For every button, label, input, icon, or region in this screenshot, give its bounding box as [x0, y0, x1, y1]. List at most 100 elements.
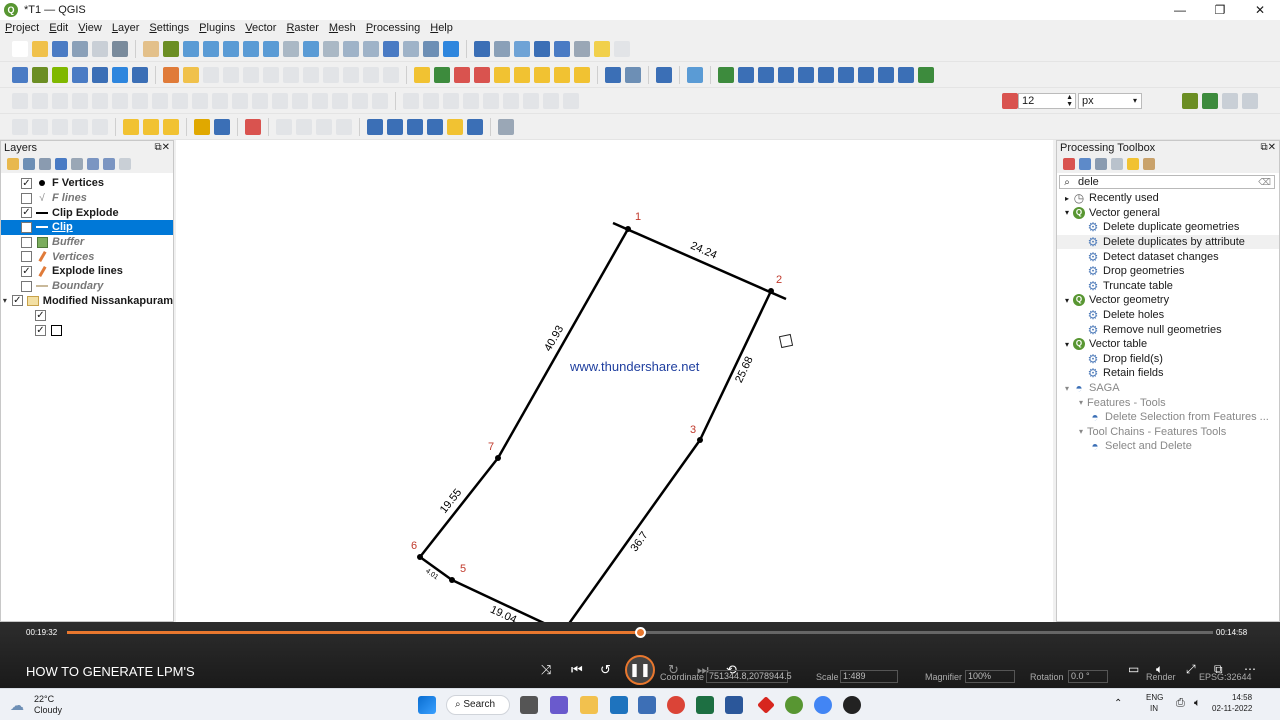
deselect-icon[interactable]: [163, 118, 179, 135]
label-toolbar-icon[interactable]: [414, 66, 430, 83]
advanced-digitize-8-icon[interactable]: [152, 92, 168, 109]
toggle-editing-icon[interactable]: [183, 66, 199, 83]
more-options-icon[interactable]: ⋯: [1244, 662, 1256, 676]
toolbox-node-retain-fields[interactable]: ⚙ Retain fields: [1057, 366, 1279, 381]
zoom-full-icon[interactable]: [223, 40, 239, 57]
data-source-manager-icon[interactable]: [12, 66, 28, 83]
select-feature-2-icon[interactable]: [32, 118, 48, 135]
toolbox-node-features-tools[interactable]: ▾ Features - Tools: [1057, 395, 1279, 410]
previous-icon[interactable]: ⏮: [571, 662, 583, 678]
shape-tool-3-icon[interactable]: [316, 118, 332, 135]
print-layout-icon[interactable]: [92, 40, 108, 57]
validate-icon[interactable]: [898, 66, 914, 83]
menu-processing[interactable]: Processing: [361, 20, 425, 36]
pause-button[interactable]: ❚❚: [625, 655, 655, 685]
toolbox-node-delete-selection-from-features[interactable]: ◓ Delete Selection from Features ...: [1057, 410, 1279, 425]
toolbox-node-detect-dataset-changes[interactable]: ⚙ Detect dataset changes: [1057, 249, 1279, 264]
expand-arrow-icon[interactable]: ▾: [1075, 427, 1087, 436]
add-raster-icon[interactable]: [72, 66, 88, 83]
shape-tool-1-icon[interactable]: [276, 118, 292, 135]
zoom-native-icon[interactable]: [283, 40, 299, 57]
advanced-digitize-13-icon[interactable]: [252, 92, 268, 109]
advanced-digitize-7-icon[interactable]: [132, 92, 148, 109]
style-manager-icon[interactable]: [112, 40, 128, 57]
modify-attributes-icon[interactable]: [263, 66, 279, 83]
weather-cloud-icon[interactable]: ☁: [10, 697, 24, 714]
toolbox-node-tool-chains-features-tools[interactable]: ▾ Tool Chains - Features Tools: [1057, 425, 1279, 440]
advanced-digitize-17-icon[interactable]: [332, 92, 348, 109]
annotation-text-icon[interactable]: [498, 118, 514, 135]
shape-digitize-4-icon[interactable]: [463, 92, 479, 109]
coordinate-field[interactable]: 751344.8,2078944.5: [706, 670, 792, 683]
word-icon[interactable]: [725, 696, 743, 714]
zoom-selection-icon[interactable]: [263, 40, 279, 57]
advanced-digitize-16-icon[interactable]: [312, 92, 328, 109]
layer-visibility-checkbox[interactable]: ✓: [11, 295, 23, 307]
measure-icon[interactable]: [574, 40, 590, 57]
copy-features-icon[interactable]: [323, 66, 339, 83]
advanced-digitize-15-icon[interactable]: [292, 92, 308, 109]
advanced-digitize-1-icon[interactable]: [12, 92, 28, 109]
shape-tool-2-icon[interactable]: [296, 118, 312, 135]
shuffle-icon[interactable]: ⤨: [541, 662, 551, 678]
layer-visibility-checkbox[interactable]: [21, 280, 32, 292]
store-icon[interactable]: [638, 696, 656, 714]
seek-handle[interactable]: [635, 627, 646, 638]
grid-plugin-icon[interactable]: [738, 66, 754, 83]
toolbox-node-recently-used[interactable]: ▸ ◷ Recently used: [1057, 191, 1279, 206]
advanced-digitize-5-icon[interactable]: [92, 92, 108, 109]
select-feature-5-icon[interactable]: [92, 118, 108, 135]
pan-icon[interactable]: [143, 40, 159, 57]
highlight-label-icon[interactable]: [454, 66, 470, 83]
save-edits-icon[interactable]: [203, 66, 219, 83]
miniplayer-icon[interactable]: ⧉: [1214, 662, 1223, 677]
toolbox-node-drop-geometries[interactable]: ⚙ Drop geometries: [1057, 264, 1279, 279]
advanced-digitize-19-icon[interactable]: [372, 92, 388, 109]
change-label-icon[interactable]: [554, 66, 570, 83]
label-props-icon[interactable]: [574, 66, 590, 83]
paste-features-icon[interactable]: [343, 66, 359, 83]
captions-icon[interactable]: ▭: [1128, 662, 1139, 676]
map-tips-icon[interactable]: [594, 40, 610, 57]
map-svg[interactable]: 24.2425.6836.719.044.0119.5540.931234567: [176, 140, 1053, 622]
layer-item-clip[interactable]: ✓ Clip: [1, 220, 173, 235]
weather-temp[interactable]: 22°C: [34, 694, 54, 704]
advanced-digitize-4-icon[interactable]: [72, 92, 88, 109]
layer-checkbox[interactable]: ✓: [35, 324, 46, 336]
layer-visibility-checkbox[interactable]: ✓: [21, 177, 32, 189]
vertex-tool-icon[interactable]: [243, 66, 259, 83]
check-geometry-icon[interactable]: [818, 66, 834, 83]
scale-field[interactable]: 1:489: [840, 670, 898, 683]
models-icon[interactable]: [1063, 158, 1075, 170]
temporal-icon[interactable]: [423, 40, 439, 57]
layer-subrow-2[interactable]: ✓: [1, 323, 173, 338]
text-format-icon[interactable]: [467, 118, 483, 135]
menu-mesh[interactable]: Mesh: [324, 20, 361, 36]
select-feature-4-icon[interactable]: [72, 118, 88, 135]
shape-digitize-8-icon[interactable]: [543, 92, 559, 109]
qgis-taskbar-icon[interactable]: [785, 696, 803, 714]
toolbox-node-truncate-table[interactable]: ⚙ Truncate table: [1057, 279, 1279, 294]
seek-bar[interactable]: [67, 627, 1213, 638]
menu-project[interactable]: Project: [0, 20, 44, 36]
redo-icon[interactable]: [383, 66, 399, 83]
layer-visibility-checkbox[interactable]: ✓: [21, 221, 32, 233]
georef-icon[interactable]: [245, 118, 261, 135]
self-snap-icon[interactable]: [1222, 92, 1238, 109]
shape-digitize-2-icon[interactable]: [423, 92, 439, 109]
map-canvas[interactable]: 24.2425.6836.719.044.0119.5540.931234567…: [176, 140, 1053, 622]
chrome-icon[interactable]: [667, 696, 685, 714]
teams-icon[interactable]: [550, 696, 568, 714]
lang-1[interactable]: ENG: [1146, 693, 1163, 702]
expand-arrow-icon[interactable]: ▸: [1061, 194, 1073, 203]
add-wms-icon[interactable]: [112, 66, 128, 83]
star-icon[interactable]: [447, 118, 463, 135]
topology-icon[interactable]: [838, 66, 854, 83]
menu-layer[interactable]: Layer: [107, 20, 145, 36]
layer-diagram-icon[interactable]: [434, 66, 450, 83]
tracing-icon[interactable]: [1182, 92, 1198, 109]
weather-desc[interactable]: Cloudy: [34, 705, 62, 715]
maximize-button[interactable]: ❐: [1200, 0, 1240, 20]
snap-tolerance-input[interactable]: 12 ▲ ▼: [1018, 93, 1076, 109]
snap-intersection-icon[interactable]: [1202, 92, 1218, 109]
